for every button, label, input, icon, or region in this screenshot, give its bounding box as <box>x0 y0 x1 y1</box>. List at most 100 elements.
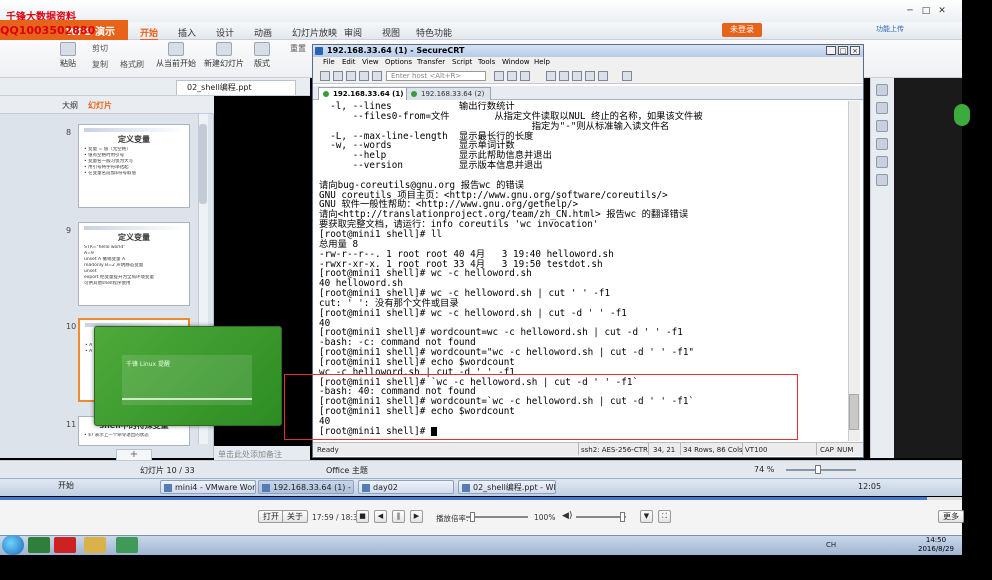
notes-placeholder[interactable]: 单击此处添加备注 <box>214 446 310 460</box>
disconnect-icon[interactable] <box>372 71 382 81</box>
taskbar-item-securecrt[interactable]: 192.168.33.64 (1) - S... <box>258 480 354 494</box>
settings-icon[interactable] <box>572 71 582 81</box>
menu-script[interactable]: Script <box>452 58 472 66</box>
tool-icon[interactable] <box>876 120 888 132</box>
more-button[interactable]: 更多 <box>938 510 964 523</box>
reset-button[interactable]: 重置 <box>290 43 306 54</box>
taskbar-item-folder[interactable]: day02 <box>358 480 454 494</box>
session-tab-2[interactable]: 192.168.33.64 (2) <box>406 87 492 100</box>
tab-slides[interactable]: 幻灯片 <box>88 100 112 111</box>
tool-icon[interactable] <box>876 102 888 114</box>
player-icon[interactable] <box>54 537 76 553</box>
tool-icon[interactable] <box>876 156 888 168</box>
connect-icon[interactable] <box>320 71 330 81</box>
tab-design[interactable]: 设计 <box>216 26 234 39</box>
minimize-icon[interactable]: _ <box>826 46 836 55</box>
prev-icon[interactable]: ◀ <box>374 510 387 523</box>
next-icon[interactable]: ▶ <box>410 510 423 523</box>
find-icon[interactable] <box>520 71 530 81</box>
tab-animation[interactable]: 动画 <box>254 26 272 39</box>
print-icon[interactable] <box>546 71 556 81</box>
maximize-icon[interactable]: □ <box>838 46 848 55</box>
speed-slider-handle[interactable] <box>470 512 475 522</box>
menu-file[interactable]: File <box>323 58 335 66</box>
tab-features[interactable]: 特色功能 <box>416 26 452 39</box>
menu-help[interactable]: Help <box>534 58 550 66</box>
slide-thumbnail[interactable]: 定义变量 • 变量 = 值（无空格） • 值有空格时用引号 • 变量名一般习惯为… <box>78 124 190 208</box>
zoom-slider[interactable] <box>786 469 856 471</box>
maximize-icon[interactable]: □ <box>920 6 932 16</box>
format-painter-button[interactable]: 格式刷 <box>120 59 144 70</box>
copy-icon[interactable] <box>494 71 504 81</box>
cloud-upload-label[interactable]: 功能上传 <box>876 24 904 34</box>
cut-button[interactable]: 剪切 <box>92 43 108 54</box>
tab-view[interactable]: 视图 <box>382 26 400 39</box>
paste-button[interactable]: 粘贴 <box>60 42 76 69</box>
from-current-label: 从当前开始 <box>156 59 196 68</box>
help-icon[interactable] <box>622 71 632 81</box>
panel-scrollbar-thumb[interactable] <box>199 124 207 204</box>
terminal-scrollbar[interactable] <box>848 101 860 441</box>
menu-transfer[interactable]: Transfer <box>417 58 445 66</box>
fullscreen-icon[interactable]: ⛶ <box>658 510 671 523</box>
keymap-icon[interactable] <box>585 71 595 81</box>
terminal-scrollbar-thumb[interactable] <box>849 394 859 430</box>
windows-taskbar <box>0 535 962 555</box>
new-slide-button[interactable]: 新建幻灯片 <box>204 42 244 69</box>
sftp-icon[interactable] <box>559 71 569 81</box>
tab-outline[interactable]: 大纲 <box>62 100 78 111</box>
stop-icon[interactable]: ■ <box>356 510 369 523</box>
floating-widget[interactable] <box>954 104 970 126</box>
layout-button[interactable]: 版式 <box>254 42 270 69</box>
windows-start-orb[interactable] <box>2 535 24 555</box>
tool-icon[interactable] <box>876 174 888 186</box>
open-button[interactable]: 打开 <box>258 510 284 523</box>
start-button[interactable]: 开始 <box>58 480 74 491</box>
paste-icon[interactable] <box>507 71 517 81</box>
system-tray[interactable]: CH <box>826 541 836 549</box>
reconnect-icon[interactable] <box>359 71 369 81</box>
playback-time: 17:59 / 18:37 <box>312 513 363 522</box>
slide-thumbnail[interactable]: 定义变量 STR="hello world" A=9 unset A 撤销变量 … <box>78 222 190 306</box>
document-tab[interactable]: 02_shell编程.ppt <box>176 80 296 95</box>
app-icon[interactable] <box>28 537 50 553</box>
taskbar-item-vmware[interactable]: mini4 - VMware Workstat... <box>160 480 256 494</box>
copy-button[interactable]: 复制 <box>92 59 108 70</box>
quick-connect-icon[interactable] <box>333 71 343 81</box>
about-button[interactable]: 关于 <box>282 510 308 523</box>
host-input[interactable]: Enter host <Alt+R> <box>386 71 486 81</box>
menu-window[interactable]: Window <box>502 58 530 66</box>
speed-slider[interactable] <box>466 516 528 518</box>
menu-options[interactable]: Options <box>385 58 412 66</box>
tab-slideshow[interactable]: 幻灯片放映 <box>292 26 337 39</box>
key-icon[interactable] <box>598 71 608 81</box>
pin-icon[interactable]: ▼ <box>640 510 653 523</box>
zoom-slider-handle[interactable] <box>815 465 821 474</box>
tool-icon[interactable] <box>876 84 888 96</box>
folder-icon[interactable] <box>84 537 106 553</box>
tool-icon[interactable] <box>876 138 888 150</box>
tab-icon[interactable] <box>346 71 356 81</box>
pause-icon[interactable]: ‖ <box>392 510 405 523</box>
volume-slider-handle[interactable] <box>620 512 625 522</box>
tab-insert[interactable]: 插入 <box>178 26 196 39</box>
volume-slider[interactable] <box>576 516 626 518</box>
thumb-line: • 在变量名前加$符号取值 <box>84 171 136 176</box>
menu-tools[interactable]: Tools <box>478 58 495 66</box>
login-button[interactable]: 未登录 <box>722 23 762 37</box>
close-icon[interactable]: ✕ <box>936 6 948 16</box>
session-tab-1[interactable]: 192.168.33.64 (1) <box>318 87 411 100</box>
terminal-line: [root@mini1 shell]# wc -c helloword.sh |… <box>319 307 627 319</box>
from-current-button[interactable]: 从当前开始 <box>156 42 196 69</box>
close-icon[interactable]: × <box>850 46 860 55</box>
menu-view[interactable]: View <box>362 58 379 66</box>
volume-icon[interactable]: ◀) <box>562 511 572 521</box>
panel-tabs: 大纲 幻灯片 <box>0 96 214 114</box>
app-icon[interactable] <box>116 537 138 553</box>
taskbar-item-wps[interactable]: 02_shell编程.ppt - WPS ... <box>458 480 556 494</box>
slide-index: 幻灯片 10 / 33 <box>140 466 195 475</box>
menu-edit[interactable]: Edit <box>342 58 356 66</box>
tab-home[interactable]: 开始 <box>140 26 159 41</box>
tab-review[interactable]: 审阅 <box>344 26 362 39</box>
minimize-icon[interactable]: ─ <box>904 6 916 16</box>
